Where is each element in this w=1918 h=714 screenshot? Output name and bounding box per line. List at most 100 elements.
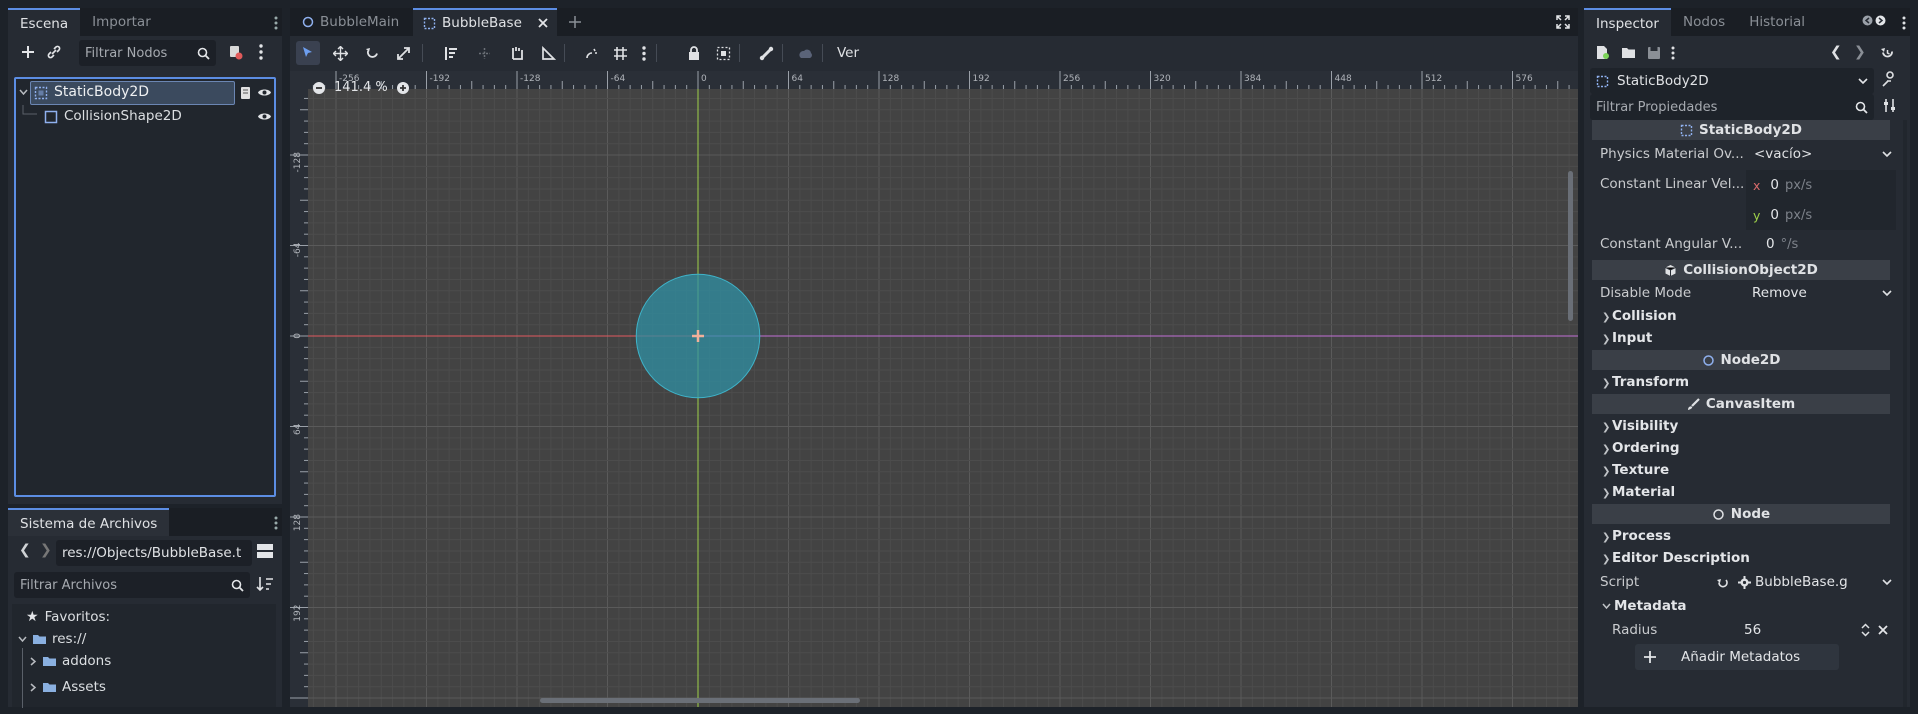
select-mode-button[interactable] xyxy=(296,41,320,65)
add-metadata-button[interactable]: Añadir Metadatos xyxy=(1635,644,1839,670)
category-material[interactable]: ❯ Material xyxy=(1592,480,1890,504)
tab-import[interactable]: Importar xyxy=(80,8,163,36)
scene-tab-bubblebase[interactable]: BubbleBase xyxy=(413,8,557,36)
section-title: Node xyxy=(1730,506,1771,522)
filter-nodes-input[interactable]: Filtrar Nodos xyxy=(79,40,216,66)
chevron-right-icon: ❯ xyxy=(1602,488,1611,499)
inspector-dock-menu-icon[interactable] xyxy=(1902,16,1906,30)
zoom-out-icon[interactable] xyxy=(312,81,326,95)
prop-constant-linear-velocity: Constant Linear Vel... x 0 px/s xyxy=(1592,170,1896,200)
smart-snap-icon[interactable] xyxy=(584,46,599,61)
tab-inspector[interactable]: Inspector xyxy=(1584,8,1671,36)
filter-properties-input[interactable]: Filtrar Propiedades xyxy=(1590,94,1874,120)
resource-menu-icon[interactable] xyxy=(1671,46,1675,60)
inspector-body: ❮ ❯ StaticBody2D Filtrar Propiedades Sta… xyxy=(1584,36,1910,707)
category-ordering[interactable]: ❯ Ordering xyxy=(1592,436,1890,460)
pivot-icon[interactable] xyxy=(477,46,492,61)
group-icon[interactable] xyxy=(716,46,731,61)
category-label: ❯ Collision xyxy=(1602,308,1677,324)
open-folder-icon[interactable] xyxy=(1621,46,1636,59)
distraction-free-icon[interactable] xyxy=(1556,15,1570,29)
canvas-viewport[interactable]: -256 -192 -128 -64 0 64 128 192 256 320 384 448 512 5… xyxy=(290,71,1578,707)
disable-mode-dropdown[interactable]: Remove xyxy=(1746,281,1896,305)
lock-icon[interactable] xyxy=(687,46,701,61)
view-menu-button[interactable]: Ver xyxy=(837,45,859,61)
physics-material-resource[interactable]: <vacío> xyxy=(1746,142,1896,166)
tab-filesystem[interactable]: Sistema de Archivos xyxy=(8,508,170,536)
sort-icon[interactable] xyxy=(256,576,274,592)
node-info-icon[interactable] xyxy=(1881,70,1897,88)
category-process[interactable]: ❯ Process xyxy=(1592,524,1890,548)
snap-options-icon[interactable] xyxy=(642,46,646,61)
close-icon[interactable] xyxy=(1877,624,1889,636)
save-icon[interactable] xyxy=(1647,46,1661,60)
category-visibility[interactable]: ❯ Visibility xyxy=(1592,414,1890,438)
dock-move-arrows[interactable] xyxy=(1862,15,1886,26)
scene-tabbar: Escena Importar xyxy=(8,8,282,36)
ruler-icon[interactable] xyxy=(541,46,556,61)
favorites-row[interactable]: ★ Favoritos: xyxy=(26,609,110,625)
section-canvasitem: CanvasItem xyxy=(1592,394,1890,414)
category-editor-description[interactable]: ❯ Editor Description xyxy=(1592,546,1890,570)
filesystem-menu-icon[interactable] xyxy=(274,516,278,530)
history-forward-icon[interactable]: ❯ xyxy=(1854,44,1866,60)
linear-velocity-x-field[interactable]: x 0 px/s xyxy=(1746,170,1896,200)
history-back-icon[interactable]: ❮ xyxy=(1830,44,1842,60)
chevron-right-icon: ❯ xyxy=(1602,334,1611,345)
linear-velocity-y-field[interactable]: y 0 px/s xyxy=(1746,200,1896,230)
prop-physics-material: Physics Material Ov... <vacío> xyxy=(1592,142,1892,166)
scene-tab-bubblemain[interactable]: BubbleMain xyxy=(290,8,410,36)
path-field[interactable]: res://Objects/BubbleBase.t xyxy=(56,540,252,566)
zoom-level[interactable]: 141.4 % xyxy=(334,80,388,95)
visibility-eye-icon xyxy=(258,89,271,96)
file-item-res[interactable]: res:// xyxy=(18,631,86,647)
back-arrow-icon[interactable]: ❮ xyxy=(19,542,31,558)
ruler-label: -128 xyxy=(520,74,541,84)
add-node-button[interactable] xyxy=(15,39,41,65)
forward-arrow-icon[interactable]: ❯ xyxy=(40,542,52,558)
tab-nodes[interactable]: Nodos xyxy=(1671,8,1737,36)
file-item-addons[interactable]: addons xyxy=(30,653,111,669)
category-input[interactable]: ❯ Input xyxy=(1592,326,1890,350)
inspector-scrollbar[interactable] xyxy=(1903,120,1907,707)
split-view-toggle-icon[interactable] xyxy=(256,542,274,560)
add-scene-tab-plus-icon[interactable] xyxy=(568,15,582,29)
move-icon[interactable] xyxy=(333,46,348,61)
angular-velocity-field[interactable]: 0 °/s xyxy=(1746,232,1896,256)
prop-value: <vacío> xyxy=(1754,146,1813,162)
scene-menu-icon[interactable] xyxy=(248,39,274,65)
object-history-icon[interactable] xyxy=(1880,45,1895,60)
filter-files-input[interactable]: Filtrar Archivos xyxy=(14,572,250,598)
scale-icon[interactable] xyxy=(396,46,411,61)
tree-item-staticbody2d[interactable]: StaticBody2D xyxy=(16,81,274,105)
filter-nodes-placeholder: Filtrar Nodos xyxy=(85,45,168,61)
zoom-in-icon[interactable] xyxy=(396,81,410,95)
category-collision[interactable]: ❯ Collision xyxy=(1592,304,1890,328)
rotate-icon[interactable] xyxy=(365,46,380,61)
new-resource-icon[interactable] xyxy=(1595,45,1609,60)
script-remove-icon xyxy=(230,46,243,60)
category-text: Material xyxy=(1612,484,1676,500)
cube-icon xyxy=(1665,264,1676,276)
tab-scene[interactable]: Escena xyxy=(8,8,81,36)
pan-hand-icon[interactable] xyxy=(509,45,524,61)
ruler-label: 64 xyxy=(293,423,303,435)
scene-dock-menu-icon[interactable] xyxy=(274,16,278,30)
category-metadata[interactable]: Metadata xyxy=(1592,594,1890,618)
skeleton-bone-icon[interactable] xyxy=(759,46,774,61)
category-texture[interactable]: ❯ Texture xyxy=(1592,458,1890,482)
file-item-label: addons xyxy=(62,653,112,669)
grid-snap-icon[interactable] xyxy=(613,46,628,61)
node-selector[interactable]: StaticBody2D xyxy=(1590,68,1874,94)
category-transform[interactable]: ❯ Transform xyxy=(1592,370,1890,394)
file-item-assets[interactable]: Assets xyxy=(30,679,106,695)
script-resource[interactable]: BubbleBase.g xyxy=(1734,570,1896,594)
revert-icon[interactable] xyxy=(1716,576,1729,589)
radius-spinbox[interactable]: 56 xyxy=(1734,618,1874,642)
tab-history[interactable]: Historial xyxy=(1737,8,1817,36)
tree-item-collisionshape2d[interactable]: CollisionShape2D xyxy=(16,105,274,129)
instance-scene-button[interactable] xyxy=(41,39,67,65)
attach-script-button[interactable] xyxy=(222,39,248,65)
property-filter-settings-icon[interactable] xyxy=(1882,98,1897,113)
list-select-icon[interactable] xyxy=(444,46,459,61)
